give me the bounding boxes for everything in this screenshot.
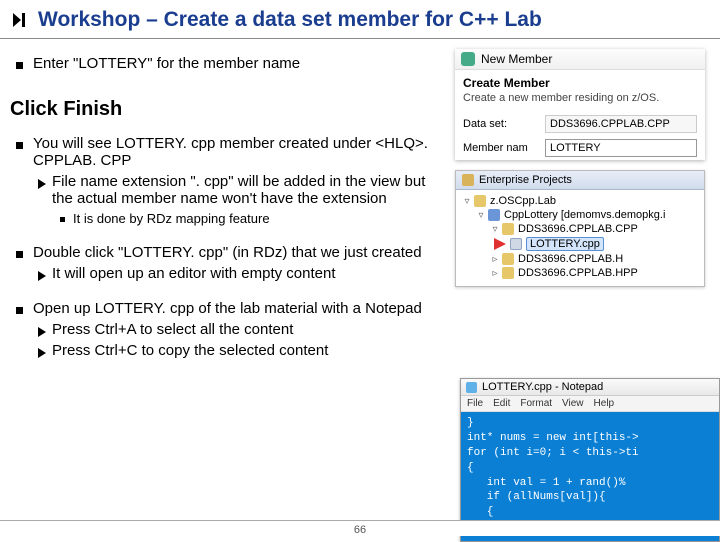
subsub-text: It is done by RDz mapping feature <box>73 211 270 226</box>
arrow-icon <box>38 327 46 337</box>
folder-icon <box>474 195 486 207</box>
tree-node[interactable]: DDS3696.CPPLAB.CPP <box>518 223 638 235</box>
tree-node[interactable]: z.OSCpp.Lab <box>490 195 556 207</box>
projects-tab-label[interactable]: Enterprise Projects <box>479 174 572 186</box>
sub-text: Press Ctrl+A to select all the content <box>52 321 293 338</box>
sub-text: It will open up an editor with empty con… <box>52 265 336 282</box>
skip-icon <box>10 10 30 30</box>
wizard-title: Create Member <box>455 70 705 90</box>
tree-node[interactable]: DDS3696.CPPLAB.H <box>518 253 623 265</box>
tree-node-selected[interactable]: LOTTERY.cpp <box>526 237 604 251</box>
page-number: 66 <box>354 524 366 536</box>
wizard-description: Create a new member residing on z/OS. <box>455 90 705 112</box>
tree-toggle-icon[interactable]: ▹ <box>488 268 502 279</box>
menu-help[interactable]: Help <box>594 398 615 409</box>
slide-title: Workshop – Create a data set member for … <box>38 8 542 32</box>
folder-icon <box>502 267 514 279</box>
notepad-title: LOTTERY.cpp - Notepad <box>482 381 603 393</box>
bullet-icon <box>16 142 23 149</box>
bullet-text: You will see LOTTERY. cpp member created… <box>33 135 447 169</box>
new-member-wizard: New Member Create Member Create a new me… <box>455 49 705 160</box>
folder-icon <box>502 223 514 235</box>
slide-footer: 66 <box>0 520 720 536</box>
bullet-icon <box>16 62 23 69</box>
project-icon <box>488 209 500 221</box>
projects-icon <box>462 174 474 186</box>
bullet-icon <box>16 307 23 314</box>
dataset-label: Data set: <box>463 118 545 130</box>
dataset-value: DDS3696.CPPLAB.CPP <box>545 115 697 133</box>
menu-edit[interactable]: Edit <box>493 398 510 409</box>
menu-format[interactable]: Format <box>520 398 552 409</box>
slide-header: Workshop – Create a data set member for … <box>0 0 720 39</box>
wizard-window-icon <box>461 52 475 66</box>
notepad-menubar: File Edit Format View Help <box>461 396 719 412</box>
bullet-text: Double click "LOTTERY. cpp" (in RDz) tha… <box>33 244 422 261</box>
tree-node[interactable]: CppLottery [demomvs.demopkg.i <box>504 209 665 221</box>
arrow-icon <box>38 348 46 358</box>
bullet-text: Enter "LOTTERY" for the member name <box>33 55 300 72</box>
arrow-icon <box>38 271 46 281</box>
file-icon <box>510 238 522 250</box>
arrow-icon <box>38 179 46 189</box>
sub-text: File name extension ". cpp" will be adde… <box>52 173 447 207</box>
notepad-icon <box>466 382 477 393</box>
member-name-label: Member nam <box>463 142 545 154</box>
bullet-icon <box>60 217 65 222</box>
content-column: Enter "LOTTERY" for the member name Clic… <box>10 49 455 361</box>
click-finish-heading: Click Finish <box>10 98 447 121</box>
member-name-input[interactable]: LOTTERY <box>545 139 697 157</box>
tree-node[interactable]: DDS3696.CPPLAB.HPP <box>518 267 638 279</box>
menu-view[interactable]: View <box>562 398 584 409</box>
tree-toggle-icon[interactable]: ▿ <box>474 210 488 221</box>
tree-toggle-icon[interactable]: ▿ <box>488 224 502 235</box>
tree-toggle-icon[interactable]: ▿ <box>460 196 474 207</box>
bullet-text: Open up LOTTERY. cpp of the lab material… <box>33 300 422 317</box>
bullet-icon <box>16 251 23 258</box>
notepad-window: LOTTERY.cpp - Notepad File Edit Format V… <box>460 378 720 542</box>
menu-file[interactable]: File <box>467 398 483 409</box>
enterprise-projects-panel: Enterprise Projects ▿z.OSCpp.Lab ▿CppLot… <box>455 170 705 287</box>
red-arrow-icon <box>494 238 506 250</box>
tree-toggle-icon[interactable]: ▹ <box>488 254 502 265</box>
folder-icon <box>502 253 514 265</box>
wizard-window-title: New Member <box>481 52 552 66</box>
sub-text: Press Ctrl+C to copy the selected conten… <box>52 342 328 359</box>
